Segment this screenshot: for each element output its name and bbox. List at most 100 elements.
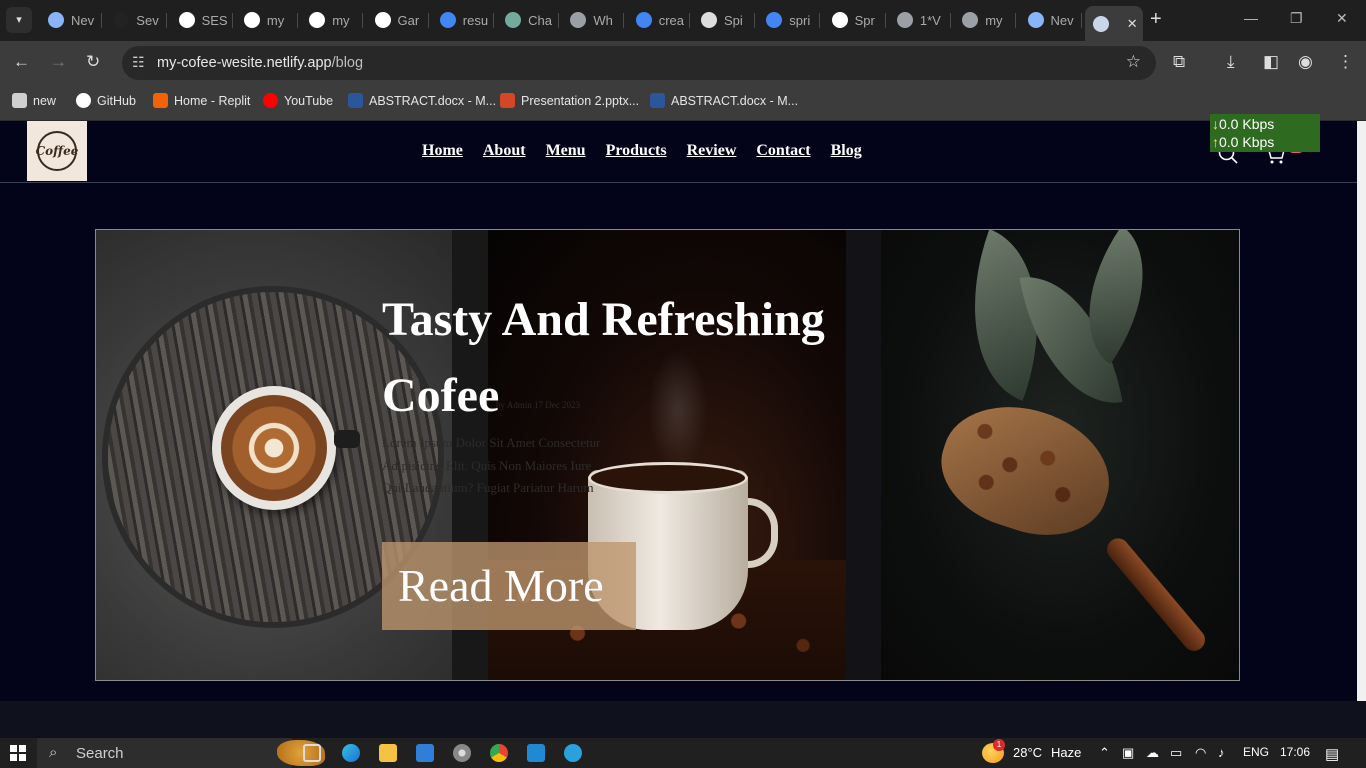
browser-tab[interactable]: Sev — [105, 6, 168, 34]
tab-title: Sev — [136, 12, 159, 28]
tab-favicon-icon — [570, 12, 587, 28]
tab-favicon-icon — [113, 12, 130, 28]
bookmark-item[interactable]: Home - Replit — [153, 93, 250, 108]
upload-speed-row: ↑0.0 Kbps — [1212, 133, 1320, 151]
windows-start-icon[interactable] — [10, 745, 26, 761]
page-scrollbar[interactable] — [1357, 121, 1366, 701]
nav-link-about[interactable]: About — [483, 142, 526, 160]
bookmark-label: ABSTRACT.docx - M... — [369, 93, 497, 108]
download-icon[interactable]: ⤓ — [1227, 52, 1235, 72]
nav-link-home[interactable]: Home — [422, 142, 463, 160]
browser-tab[interactable]: Wh — [562, 6, 625, 34]
nav-link-blog[interactable]: Blog — [831, 142, 862, 160]
bookmark-item[interactable]: YouTube — [263, 93, 333, 108]
blog-post-title: Tasty And Refreshing Cofee — [382, 293, 825, 422]
bookmark-item[interactable]: new — [12, 93, 56, 108]
settings-gear-icon[interactable] — [453, 744, 471, 762]
bookmark-item[interactable]: ABSTRACT.docx - M... — [650, 93, 798, 108]
extensions-icon[interactable]: ⧉ — [1173, 52, 1185, 72]
tray-device-icon[interactable]: ▣ — [1122, 745, 1134, 761]
close-tab-icon[interactable]: ✕ — [1127, 16, 1138, 32]
browser-tab[interactable]: Gar — [367, 6, 429, 34]
weather-alert-badge: 1 — [993, 739, 1005, 751]
taskbar-search-placeholder: Search — [76, 745, 124, 762]
volume-icon[interactable]: ♪ — [1218, 745, 1225, 760]
tab-title: my — [332, 12, 350, 28]
tab-search-menu-button[interactable]: ▾ — [6, 7, 32, 33]
new-tab-button[interactable]: + — [1150, 8, 1162, 31]
back-button[interactable]: ← — [13, 52, 30, 72]
bookmark-label: GitHub — [97, 93, 136, 108]
nav-link-products[interactable]: Products — [606, 142, 667, 160]
minimize-window-button[interactable]: — — [1244, 10, 1258, 26]
close-window-button[interactable]: ✕ — [1336, 10, 1348, 27]
site-info-icon[interactable]: ☷ — [132, 54, 145, 71]
browser-tab[interactable]: crea — [628, 6, 690, 34]
tab-title: Nev — [71, 12, 95, 28]
browser-tab[interactable]: my — [301, 6, 364, 34]
tray-chevron-icon[interactable]: ⌃ — [1099, 745, 1110, 761]
blog-hero-slider: Tasty And Refreshing Cofee by Admin 17 D… — [95, 229, 1240, 681]
telegram-icon[interactable] — [564, 744, 582, 762]
bookmark-item[interactable]: GitHub — [76, 93, 136, 108]
logo-text: Coffee — [36, 131, 78, 171]
taskbar-search-box[interactable]: ⌕ Search — [37, 738, 325, 768]
network-speed-meter: ↓0.0 Kbps ↑0.0 Kbps — [1210, 114, 1320, 152]
browser-tab[interactable]: my — [954, 6, 1017, 34]
battery-icon[interactable]: ▭ — [1170, 745, 1182, 761]
chrome-icon[interactable] — [490, 744, 508, 762]
browser-tab[interactable]: Spi — [693, 6, 755, 34]
edge-icon[interactable] — [342, 744, 360, 762]
bookmark-item[interactable]: ABSTRACT.docx - M... — [348, 93, 496, 108]
browser-tab[interactable]: my — [236, 6, 298, 34]
tab-favicon-icon — [48, 12, 64, 28]
notifications-icon[interactable]: ▤ — [1325, 745, 1339, 763]
browser-tab[interactable]: Nev — [40, 6, 102, 34]
powerpoint-icon — [500, 93, 515, 108]
language-indicator[interactable]: ENG — [1243, 745, 1269, 759]
cup-handle-image — [334, 430, 360, 448]
bookmark-label: new — [33, 93, 56, 108]
address-bar[interactable]: ☷ my-cofee-wesite.netlify.app/blog ☆ — [122, 46, 1156, 80]
browser-tab[interactable]: Spr — [824, 6, 886, 34]
reload-button[interactable]: ↻ — [86, 52, 100, 72]
browser-tab[interactable]: 1*V — [889, 6, 951, 34]
browser-tab[interactable]: spri — [758, 6, 821, 34]
url-path: /blog — [331, 55, 364, 71]
tab-favicon-icon — [635, 12, 652, 28]
wifi-icon[interactable]: ◠ — [1195, 745, 1206, 761]
scoop-handle-image — [1102, 533, 1210, 656]
forward-button[interactable]: → — [50, 52, 67, 72]
browser-tab[interactable]: Nev — [1020, 6, 1082, 34]
mail-icon[interactable] — [416, 744, 434, 762]
bookmark-item[interactable]: Presentation 2.pptx... — [500, 93, 639, 108]
side-panel-icon[interactable]: ◧ — [1263, 52, 1279, 72]
url-text[interactable]: my-cofee-wesite.netlify.app/blog — [157, 55, 363, 71]
browser-tab[interactable]: SES — [171, 6, 233, 34]
folder-icon — [12, 93, 27, 108]
menu-kebab-icon[interactable]: ⋮ — [1337, 52, 1354, 72]
read-more-button[interactable]: Read More — [382, 542, 636, 630]
vscode-icon[interactable] — [527, 744, 545, 762]
bookmark-star-icon[interactable]: ☆ — [1126, 52, 1141, 72]
tab-title: Gar — [397, 12, 420, 28]
browser-tab[interactable]: resu — [432, 6, 494, 34]
nav-link-menu[interactable]: Menu — [546, 142, 586, 160]
file-explorer-icon[interactable] — [379, 744, 397, 762]
site-logo[interactable]: Coffee — [27, 121, 87, 181]
task-view-icon[interactable] — [303, 744, 321, 762]
browser-tab[interactable]: Cha — [497, 6, 560, 34]
restore-window-button[interactable]: ❐ — [1290, 10, 1303, 27]
clock-time[interactable]: 17:06 — [1280, 745, 1310, 759]
temperature-text: 28°C — [1013, 745, 1043, 760]
nav-link-review[interactable]: Review — [687, 142, 737, 160]
youtube-icon — [263, 93, 278, 108]
browser-tab-active[interactable]: ✕ — [1084, 6, 1143, 41]
nav-link-contact[interactable]: Contact — [756, 142, 810, 160]
site-header: Coffee Home About Menu Products Review Contac… — [0, 121, 1357, 183]
onedrive-icon[interactable]: ☁ — [1146, 745, 1159, 761]
tab-favicon-icon — [505, 12, 522, 28]
browser-tab-bar: ▾ Nev Sev SES my my Gar resu Cha Wh crea Spi spri Sp… — [0, 0, 1366, 41]
profile-icon[interactable]: ◉ — [1298, 52, 1313, 72]
replit-icon — [153, 93, 168, 108]
